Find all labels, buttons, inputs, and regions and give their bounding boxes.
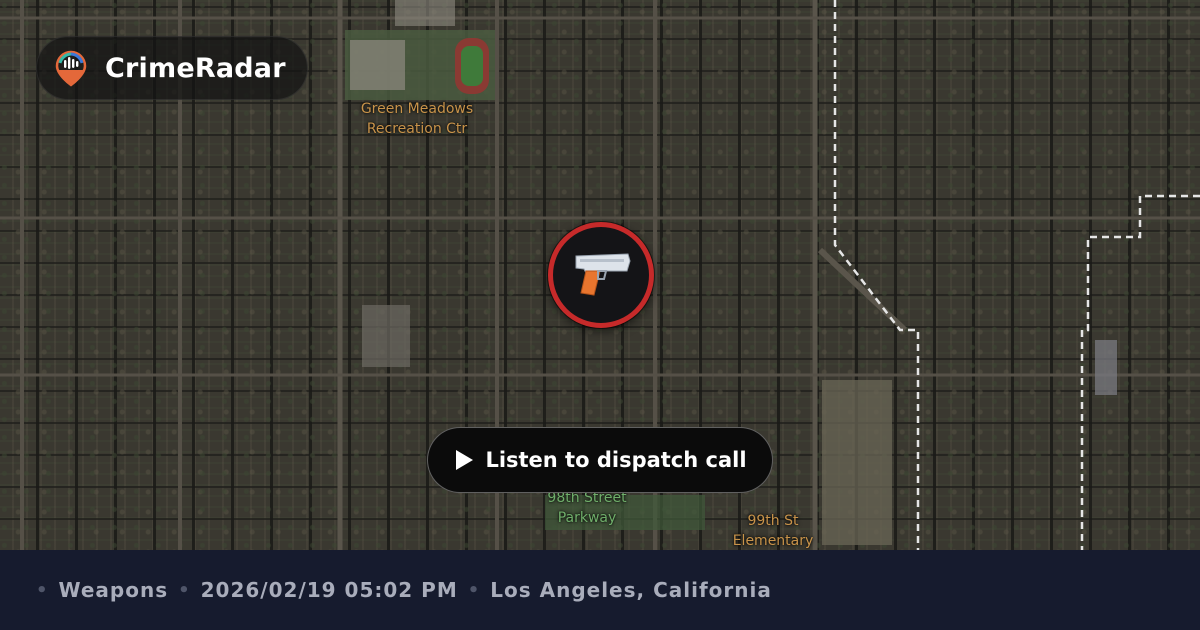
listen-dispatch-label: Listen to dispatch call: [485, 448, 747, 472]
sports-field-grass: [461, 46, 483, 86]
separator-dot: •: [178, 579, 191, 601]
brand-badge[interactable]: CrimeRadar: [36, 36, 308, 100]
incident-location: Los Angeles, California: [490, 578, 772, 602]
play-icon: [456, 450, 474, 470]
building-block: [1095, 340, 1117, 395]
incident-datetime: 2026/02/19 05:02 PM: [200, 578, 458, 602]
map-label-parkway: 98th Street Parkway: [547, 490, 627, 526]
incident-category: Weapons: [58, 578, 169, 602]
handgun-icon: [575, 253, 631, 296]
radar-pin-logo-icon: [55, 50, 87, 87]
map-label-elementary-school: 99th St Elementary: [732, 513, 814, 549]
incident-marker[interactable]: [548, 222, 654, 328]
incident-meta-bar: • Weapons • 2026/02/19 05:02 PM • Los An…: [0, 550, 1200, 630]
school-lot: [822, 380, 892, 545]
building-block: [350, 40, 405, 90]
brand-name: CrimeRadar: [105, 52, 286, 84]
building-block: [395, 0, 455, 26]
map-label-recreation-center: Green Meadows Recreation Ctr: [360, 101, 474, 137]
building-block: [362, 305, 410, 367]
separator-dot: •: [467, 579, 481, 601]
listen-dispatch-button[interactable]: Listen to dispatch call: [427, 427, 773, 493]
separator-dot: •: [36, 579, 49, 601]
